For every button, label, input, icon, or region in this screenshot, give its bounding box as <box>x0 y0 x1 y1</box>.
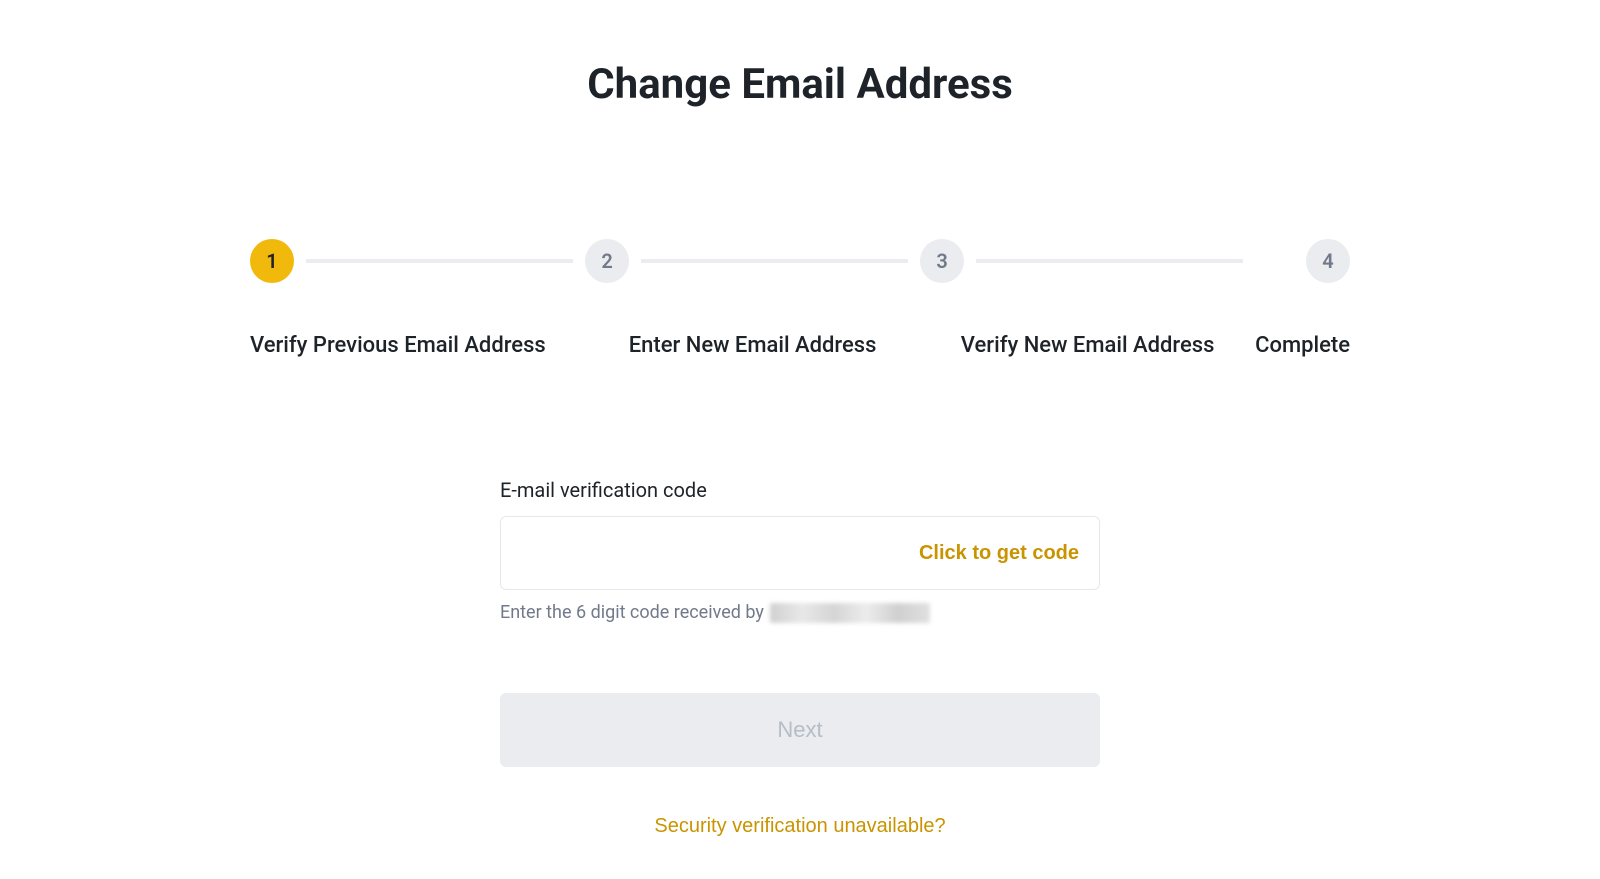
code-input-wrapper: Click to get code <box>500 516 1100 590</box>
step-4: 4 Complete <box>1255 239 1350 358</box>
step-label-3: Verify New Email Address <box>961 333 1215 358</box>
step-circle-2: 2 <box>585 239 629 283</box>
step-row: 2 <box>585 239 920 283</box>
step-row: 1 <box>250 239 585 283</box>
helper-text: Enter the 6 digit code received by <box>500 602 1100 623</box>
step-line <box>306 259 573 263</box>
stepper: 1 Verify Previous Email Address 2 Enter … <box>250 239 1350 358</box>
step-label-1: Verify Previous Email Address <box>250 333 546 358</box>
step-line <box>976 259 1243 263</box>
security-unavailable-link[interactable]: Security verification unavailable? <box>500 815 1100 838</box>
step-2: 2 Enter New Email Address <box>585 239 920 358</box>
helper-prefix: Enter the 6 digit code received by <box>500 602 764 623</box>
step-circle-3: 3 <box>920 239 964 283</box>
masked-email <box>770 603 930 623</box>
step-circle-1: 1 <box>250 239 294 283</box>
next-button[interactable]: Next <box>500 693 1100 767</box>
page-title: Change Email Address <box>250 60 1350 109</box>
step-row: 4 <box>1255 239 1350 283</box>
step-label-2: Enter New Email Address <box>629 333 877 358</box>
code-field-label: E-mail verification code <box>500 478 1100 502</box>
form-area: E-mail verification code Click to get co… <box>500 478 1100 838</box>
page-container: Change Email Address 1 Verify Previous E… <box>150 60 1450 838</box>
step-3: 3 Verify New Email Address <box>920 239 1255 358</box>
step-label-4: Complete <box>1255 333 1350 358</box>
step-1: 1 Verify Previous Email Address <box>250 239 585 358</box>
step-row: 3 <box>920 239 1255 283</box>
verification-code-input[interactable] <box>521 517 919 589</box>
step-circle-4: 4 <box>1306 239 1350 283</box>
get-code-button[interactable]: Click to get code <box>919 542 1079 565</box>
step-line <box>641 259 908 263</box>
